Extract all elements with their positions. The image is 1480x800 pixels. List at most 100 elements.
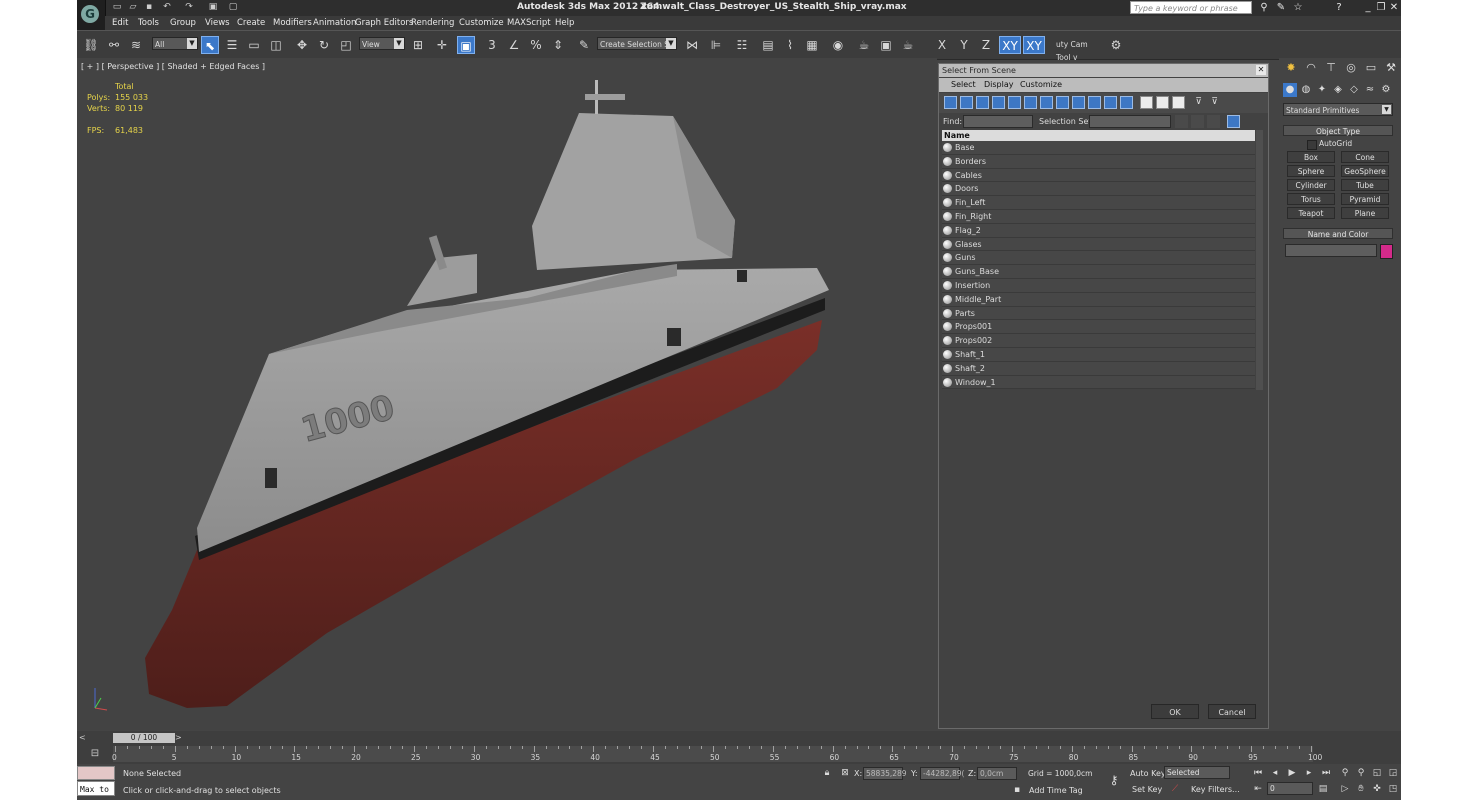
workspace-icon[interactable]: ▢ xyxy=(227,2,239,13)
selection-set-option-icon[interactable] xyxy=(1191,115,1204,128)
list-item[interactable]: Guns xyxy=(942,251,1255,266)
edit-named-selection-icon[interactable]: ✎ xyxy=(575,36,593,54)
list-item[interactable]: Flag_2 xyxy=(942,223,1255,238)
orbit-icon[interactable]: ✜ xyxy=(1371,783,1383,795)
z-coordinate-field[interactable]: 0,0cm xyxy=(977,767,1017,780)
pyramid-button[interactable]: Pyramid xyxy=(1341,193,1389,205)
menu-help[interactable]: Help xyxy=(555,18,574,28)
save-icon[interactable]: ▪ xyxy=(143,2,155,13)
autogrid-checkbox[interactable] xyxy=(1307,140,1317,150)
align-icon[interactable]: ⊫ xyxy=(707,36,725,54)
binoculars-icon[interactable]: ⚲ xyxy=(1258,2,1270,14)
list-item[interactable]: Borders xyxy=(942,154,1255,169)
key-mode-toggle-icon[interactable]: ⇤ xyxy=(1252,783,1264,795)
select-and-rotate-icon[interactable]: ↻ xyxy=(315,36,333,54)
previous-frame-icon[interactable]: < xyxy=(79,733,87,743)
list-item[interactable]: Cables xyxy=(942,168,1255,183)
list-item[interactable]: Window_1 xyxy=(942,375,1255,390)
auto-key-label[interactable]: Auto Key xyxy=(1130,769,1166,778)
category-dropdown[interactable]: Standard Primitives ▼ xyxy=(1283,103,1393,116)
spinner-snap-icon[interactable]: ⇕ xyxy=(549,36,567,54)
object-type-rollout[interactable]: Object Type xyxy=(1283,125,1393,136)
list-item[interactable]: Shaft_2 xyxy=(942,361,1255,376)
current-frame-field[interactable]: 0 xyxy=(1267,782,1313,795)
snaps-toggle-icon[interactable]: 3 xyxy=(483,36,501,54)
list-item[interactable]: Glases xyxy=(942,237,1255,252)
menu-create[interactable]: Create xyxy=(237,18,265,28)
box-button[interactable]: Box xyxy=(1287,151,1335,163)
graphite-ribbon-icon[interactable]: ▤ xyxy=(759,36,777,54)
application-menu-button[interactable]: G xyxy=(77,0,106,30)
find-input[interactable] xyxy=(963,115,1033,128)
dialog-menu-display[interactable]: Display xyxy=(984,80,1014,89)
modify-tab-icon[interactable]: ◠ xyxy=(1303,60,1319,76)
list-item[interactable]: Fin_Left xyxy=(942,196,1255,210)
absolute-mode-icon[interactable]: ⊠ xyxy=(839,767,851,779)
list-item[interactable]: Props002 xyxy=(942,334,1255,348)
maximize-viewport-icon[interactable]: ◳ xyxy=(1387,783,1399,795)
list-item[interactable]: Base xyxy=(942,141,1255,155)
shapes-icon[interactable]: ◍ xyxy=(1299,83,1313,97)
axis-y-button[interactable]: Y xyxy=(955,36,973,54)
selection-set-option-icon[interactable] xyxy=(1175,115,1188,128)
ok-button[interactable]: OK xyxy=(1151,704,1199,719)
search-input[interactable]: Type a keyword or phrase xyxy=(1130,1,1252,14)
select-all-icon[interactable] xyxy=(1140,96,1153,109)
menu-rendering[interactable]: Rendering xyxy=(411,18,454,28)
track-bar[interactable]: 0 5 10 15 20 25 30 35 40 45 50 55 60 65 70 75 80 85 90 95 10… xyxy=(112,746,1322,762)
menu-modifiers[interactable]: Modifiers xyxy=(273,18,312,28)
list-item[interactable]: Insertion xyxy=(942,279,1255,293)
utilities-tab-icon[interactable]: ⚒ xyxy=(1383,60,1399,76)
geometry-icon[interactable]: ● xyxy=(1283,83,1297,97)
display-helpers-icon[interactable] xyxy=(1008,96,1021,109)
schematic-view-icon[interactable]: ▦ xyxy=(803,36,821,54)
display-xrefs-icon[interactable] xyxy=(1056,96,1069,109)
zoom-extents-icon[interactable]: ◱ xyxy=(1371,767,1383,779)
filter-options-icon[interactable]: ⊽ xyxy=(1208,96,1221,109)
display-hidden-icon[interactable] xyxy=(1120,96,1133,109)
select-invert-icon[interactable] xyxy=(1172,96,1185,109)
menu-customize[interactable]: Customize xyxy=(459,18,504,28)
cone-button[interactable]: Cone xyxy=(1341,151,1389,163)
select-object-icon[interactable]: ⬉ xyxy=(201,36,219,54)
dialog-menu-select[interactable]: Select xyxy=(951,80,976,89)
pan-view-icon[interactable]: ✋︎ xyxy=(1355,783,1367,795)
axis-x-button[interactable]: X xyxy=(933,36,951,54)
list-scrollbar[interactable] xyxy=(1256,130,1263,390)
selection-filter-dropdown[interactable]: All ▼ xyxy=(152,37,198,50)
close-icon[interactable]: ✕ xyxy=(1388,2,1400,14)
selection-set-option-icon[interactable] xyxy=(1207,115,1220,128)
material-editor-icon[interactable]: ◉ xyxy=(829,36,847,54)
rendered-frame-window-icon[interactable]: ▣ xyxy=(877,36,895,54)
plane-button[interactable]: Plane xyxy=(1341,207,1389,219)
next-key-icon[interactable]: ▸ xyxy=(1303,767,1315,779)
axis-z-button[interactable]: Z xyxy=(977,36,995,54)
select-and-scale-icon[interactable]: ◰ xyxy=(337,36,355,54)
display-bones-icon[interactable] xyxy=(1072,96,1085,109)
help-icon[interactable]: ? xyxy=(1333,2,1345,14)
space-warps-icon[interactable]: ≈ xyxy=(1363,83,1377,97)
angle-snap-icon[interactable]: ∠ xyxy=(505,36,523,54)
window-crossing-icon[interactable]: ◫ xyxy=(267,36,285,54)
list-item[interactable]: Shaft_1 xyxy=(942,348,1255,362)
list-item[interactable]: Guns_Base xyxy=(942,265,1255,279)
systems-icon[interactable]: ⚙ xyxy=(1379,83,1393,97)
axis-xy-button[interactable]: XY xyxy=(999,36,1021,54)
torus-button[interactable]: Torus xyxy=(1287,193,1335,205)
helpers-icon[interactable]: ◇ xyxy=(1347,83,1361,97)
minimize-icon[interactable]: _ xyxy=(1362,2,1374,14)
keyboard-shortcut-override-icon[interactable]: ▣ xyxy=(457,36,475,54)
zoom-icon[interactable]: ⚲ xyxy=(1339,767,1351,779)
open-icon[interactable]: ▱ xyxy=(127,2,139,13)
dialog-menu-customize[interactable]: Customize xyxy=(1020,80,1062,89)
link-icon[interactable]: ⛓ xyxy=(82,36,100,54)
name-and-color-rollout[interactable]: Name and Color xyxy=(1283,228,1393,239)
lights-icon[interactable]: ✦ xyxy=(1315,83,1329,97)
cam-tool-label[interactable]: uty Cam Tool v xyxy=(1053,37,1103,62)
display-geometry-icon[interactable] xyxy=(944,96,957,109)
project-folder-icon[interactable]: ▣ xyxy=(207,2,219,13)
cameras-icon[interactable]: ◈ xyxy=(1331,83,1345,97)
previous-key-icon[interactable]: ◂ xyxy=(1269,767,1281,779)
select-none-icon[interactable] xyxy=(1156,96,1169,109)
next-frame-icon[interactable]: > xyxy=(175,733,183,743)
